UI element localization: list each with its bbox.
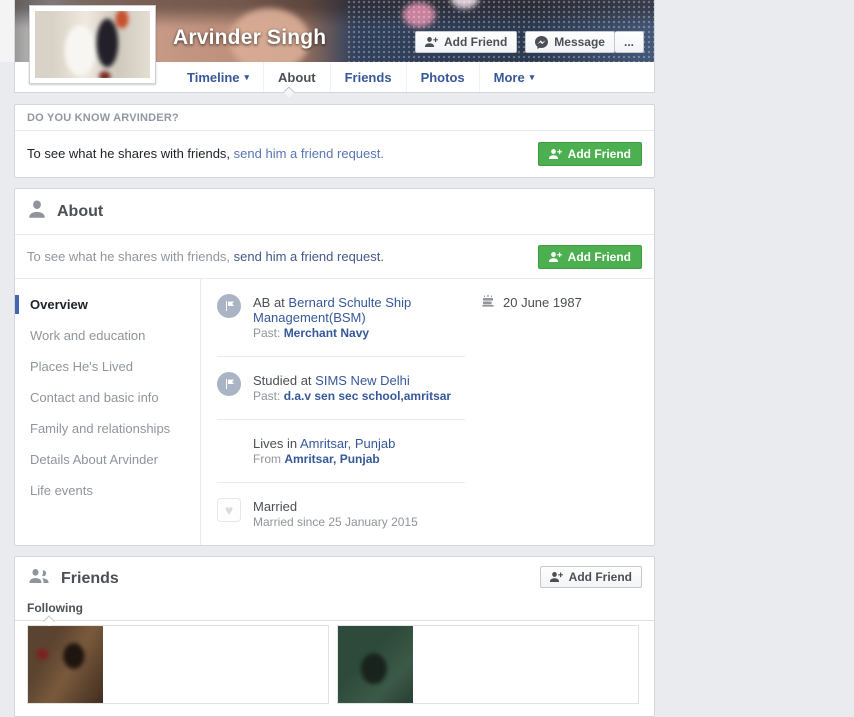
person-icon <box>27 199 47 224</box>
friends-list <box>15 621 654 716</box>
about-sidebar-nav: Overview Work and education Places He's … <box>15 279 201 545</box>
chevron-down-icon: ▾ <box>530 73 535 82</box>
profile-header-card: Arvinder Singh Add Friend Message ... <box>14 0 655 93</box>
message-button[interactable]: Message <box>525 31 615 53</box>
friend-card[interactable] <box>337 625 639 704</box>
current-city-link[interactable]: Amritsar, Punjab <box>300 436 395 451</box>
add-friend-icon <box>550 571 563 583</box>
birthday-row: 20 June 1987 <box>481 294 638 311</box>
message-label: Message <box>554 35 605 49</box>
about-card-title: About <box>57 203 103 221</box>
sidebar-item-places-lived[interactable]: Places He's Lived <box>15 351 200 382</box>
header-action-buttons: Add Friend Message ... <box>415 31 644 53</box>
profile-picture-image <box>35 11 150 78</box>
tab-photos[interactable]: Photos <box>406 62 479 92</box>
friends-icon <box>27 567 51 590</box>
page-left-margin <box>0 0 14 62</box>
about-card-header: About <box>15 189 654 235</box>
about-friend-request-row: To see what he shares with friends, send… <box>15 235 654 279</box>
do-you-know-card: DO YOU KNOW ARVINDER? To see what he sha… <box>14 104 655 178</box>
past-workplace-link[interactable]: Merchant Navy <box>284 326 369 340</box>
school-link[interactable]: SIMS New Delhi <box>315 373 410 388</box>
sidebar-item-work-education[interactable]: Work and education <box>15 320 200 351</box>
education-row: Studied at SIMS New Delhi Past: d.a.v se… <box>217 357 465 420</box>
heart-icon: ♥ <box>217 498 241 522</box>
relationship-row: ♥ Married Married since 25 January 2015 <box>217 483 465 545</box>
current-city-row: Lives in Amritsar, Punjab From Amritsar,… <box>217 420 465 483</box>
friends-card: Friends Add Friend Following <box>14 556 655 717</box>
sidebar-item-overview[interactable]: Overview <box>15 289 200 320</box>
messenger-icon <box>535 36 548 49</box>
workplace-icon <box>217 294 241 318</box>
about-card: About To see what he shares with friends… <box>14 188 655 546</box>
add-friend-button-green[interactable]: Add Friend <box>538 142 642 166</box>
add-friend-icon <box>425 36 438 48</box>
do-you-know-body: To see what he shares with friends, send… <box>15 131 654 177</box>
overview-right-column: 20 June 1987 <box>465 279 654 545</box>
tab-following[interactable]: Following <box>27 601 83 615</box>
overview-info-column: AB at Bernard Schulte Ship Management(BS… <box>201 279 465 545</box>
friend-request-text: To see what he shares with friends, <box>27 249 234 264</box>
friends-card-header: Friends Add Friend <box>15 557 654 599</box>
friend-photo <box>28 626 103 703</box>
friends-card-title: Friends <box>61 570 119 588</box>
hometown-link[interactable]: Amritsar, Punjab <box>284 452 379 466</box>
relationship-status: Married <box>253 499 297 514</box>
add-friend-label: Add Friend <box>444 35 507 49</box>
ellipsis-icon: ... <box>624 35 634 49</box>
add-friend-icon <box>549 148 562 160</box>
education-icon <box>217 372 241 396</box>
sidebar-item-family-relationships[interactable]: Family and relationships <box>15 413 200 444</box>
sidebar-item-details-about[interactable]: Details About Arvinder <box>15 444 200 475</box>
tab-more[interactable]: More ▾ <box>479 62 549 92</box>
send-friend-request-link[interactable]: send him a friend request. <box>234 146 384 161</box>
friends-tab-bar: Following <box>15 599 654 621</box>
relationship-since: Married since 25 January 2015 <box>253 515 418 529</box>
past-school-link[interactable]: d.a.v sen sec school,amritsar <box>284 389 451 403</box>
more-actions-button[interactable]: ... <box>615 31 644 53</box>
friend-card[interactable] <box>27 625 329 704</box>
send-friend-request-link[interactable]: send him a friend request. <box>234 249 384 264</box>
tab-about[interactable]: About <box>263 62 330 92</box>
sidebar-item-life-events[interactable]: Life events <box>15 475 200 506</box>
add-friend-button[interactable]: Add Friend <box>540 566 642 588</box>
friend-request-text: To see what he shares with friends, <box>27 146 234 161</box>
do-you-know-heading: DO YOU KNOW ARVINDER? <box>15 105 654 131</box>
friend-photo <box>338 626 413 703</box>
sidebar-item-contact-basic-info[interactable]: Contact and basic info <box>15 382 200 413</box>
city-photo-icon <box>217 435 241 459</box>
chevron-down-icon: ▾ <box>245 73 250 82</box>
add-friend-button-green[interactable]: Add Friend <box>538 245 642 269</box>
facebook-profile-page: Arvinder Singh Add Friend Message ... <box>14 0 655 717</box>
birthday-date: 20 June 1987 <box>503 295 582 310</box>
tab-timeline[interactable]: Timeline ▾ <box>173 62 263 92</box>
add-friend-icon <box>549 251 562 263</box>
tab-friends[interactable]: Friends <box>330 62 406 92</box>
add-friend-button[interactable]: Add Friend <box>415 31 517 53</box>
birthday-cake-icon <box>481 294 495 311</box>
profile-picture[interactable] <box>29 5 156 84</box>
work-row: AB at Bernard Schulte Ship Management(BS… <box>217 279 465 357</box>
profile-name: Arvinder Singh <box>173 26 326 50</box>
